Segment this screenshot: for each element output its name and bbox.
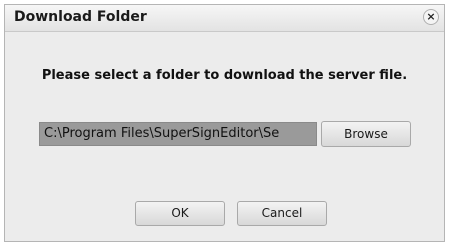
close-icon[interactable]: × <box>423 9 439 25</box>
download-folder-dialog: Download Folder × Please select a folder… <box>4 4 445 242</box>
dialog-titlebar: Download Folder × <box>5 5 444 32</box>
folder-path-field[interactable]: C:\Program Files\SuperSignEditor\Se <box>39 122 317 146</box>
ok-button[interactable]: OK <box>135 201 225 226</box>
dialog-title: Download Folder <box>14 9 147 25</box>
instruction-message: Please select a folder to download the s… <box>41 68 408 83</box>
browse-button[interactable]: Browse <box>321 121 411 147</box>
cancel-button[interactable]: Cancel <box>237 201 327 226</box>
